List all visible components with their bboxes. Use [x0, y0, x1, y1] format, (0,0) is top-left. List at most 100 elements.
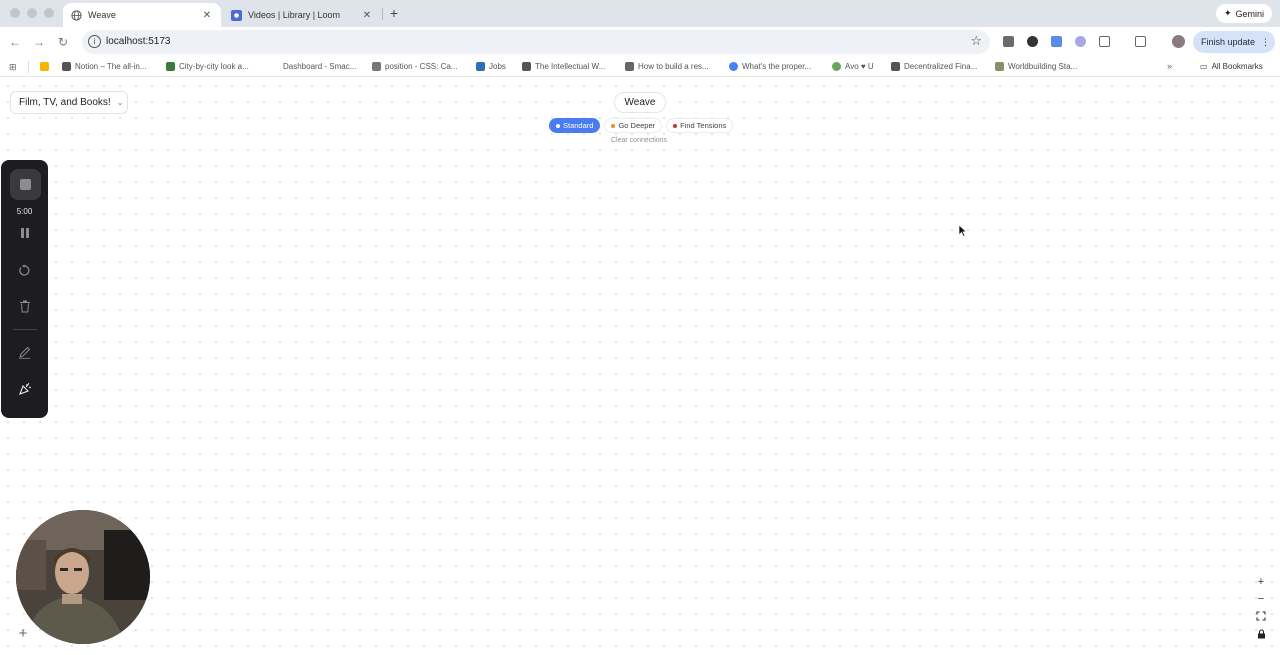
puzzle-icon[interactable]	[1099, 36, 1110, 47]
gemini-label: Gemini	[1235, 8, 1264, 19]
add-node-button[interactable]: +	[12, 623, 34, 645]
tab-weave[interactable]: Weave ✕	[63, 3, 221, 27]
extension-icon[interactable]	[1075, 36, 1086, 47]
browser-toolbar: ← → ↻ i localhost:5173 ☆ Finish update ⋮	[0, 27, 1280, 57]
bookmark-label: position - CSS: Ca...	[385, 62, 458, 71]
loom-divider	[13, 329, 37, 330]
loom-recording-panel: 5:00	[1, 160, 48, 418]
mode-standard-button[interactable]: Standard	[549, 118, 601, 133]
extension-icon[interactable]	[1051, 36, 1062, 47]
bookmarks-bar: ⊞ Notion – The all-in... City-by-city lo…	[0, 57, 1280, 77]
linkedin-icon	[476, 62, 485, 71]
fit-view-button[interactable]	[1252, 611, 1270, 624]
bookmark-item[interactable]: How to build a res...	[625, 62, 709, 71]
extension-icon[interactable]	[1003, 36, 1014, 47]
mode-selector: Standard Go Deeper Find Tensions	[549, 118, 734, 133]
project-select[interactable]: Film, TV, and Books! ⌄	[10, 91, 128, 114]
mode-label: Go Deeper	[618, 121, 656, 130]
minimize-window-button[interactable]	[27, 8, 37, 18]
gemini-button[interactable]: ✦ Gemini	[1215, 4, 1272, 23]
bookmark-label: What's the proper...	[742, 62, 812, 71]
trash-icon[interactable]	[1, 300, 48, 316]
tab-divider	[382, 8, 383, 20]
mode-dot	[673, 123, 678, 128]
bookmark-label: Dashboard - Smac...	[283, 62, 357, 71]
zoom-out-button[interactable]: −	[1252, 593, 1270, 605]
bookmark-drive[interactable]	[40, 62, 49, 71]
stop-recording-button[interactable]	[10, 169, 41, 200]
maximize-window-button[interactable]	[44, 8, 54, 18]
bookmark-item[interactable]: position - CSS: Ca...	[372, 62, 457, 71]
bookmark-item[interactable]: City-by-city look a...	[166, 62, 249, 71]
close-tab-icon[interactable]: ✕	[361, 10, 373, 21]
browser-tab-strip: Weave ✕ Videos | Library | Loom ✕ + ✦ Ge…	[0, 0, 1280, 27]
back-arrow-icon[interactable]: ←	[8, 35, 22, 49]
bookmark-star-icon[interactable]: ☆	[970, 33, 982, 49]
clear-connections-link[interactable]: Clear connections	[611, 137, 667, 144]
tab-title: Videos | Library | Loom	[248, 10, 341, 20]
bookmark-label: How to build a res...	[638, 62, 709, 71]
site-icon	[166, 62, 175, 71]
recording-timer: 5:00	[16, 207, 33, 216]
bookmark-item[interactable]: Worldbuilding Sta...	[995, 62, 1077, 71]
bookmark-item[interactable]: The Intellectual W...	[522, 62, 605, 71]
lock-icon[interactable]	[1252, 629, 1270, 642]
close-tab-icon[interactable]: ✕	[201, 10, 213, 21]
webcam-bubble[interactable]	[16, 510, 150, 644]
pencil-icon[interactable]	[1, 346, 48, 362]
zoom-in-button[interactable]: +	[1252, 576, 1270, 588]
restart-icon[interactable]	[1, 264, 48, 280]
bookmark-item[interactable]: Decentralized Fina...	[891, 62, 977, 71]
pause-icon[interactable]	[1, 227, 48, 242]
address-bar[interactable]: i localhost:5173 ☆	[82, 30, 990, 54]
site-icon	[625, 62, 634, 71]
mdn-icon	[372, 62, 381, 71]
site-icon	[270, 62, 279, 71]
new-tab-button[interactable]: +	[387, 5, 401, 21]
url-text: localhost:5173	[106, 36, 171, 47]
finish-update-label: Finish update	[1201, 37, 1256, 47]
mode-go-deeper-button[interactable]: Go Deeper	[604, 118, 663, 133]
tab-title: Weave	[88, 10, 116, 20]
all-bookmarks-label: All Bookmarks	[1211, 62, 1263, 71]
bookmark-item[interactable]: Jobs	[476, 62, 506, 71]
close-window-button[interactable]	[10, 8, 20, 18]
site-icon	[891, 62, 900, 71]
globe-icon	[71, 9, 82, 21]
apps-grid-icon[interactable]: ⊞	[9, 62, 17, 73]
forward-arrow-icon[interactable]: →	[32, 35, 46, 49]
app-title: Weave	[614, 92, 666, 113]
confetti-icon[interactable]	[1, 382, 48, 399]
project-select-value: Film, TV, and Books!	[19, 97, 111, 108]
bookmark-label: Notion – The all-in...	[75, 62, 147, 71]
loom-icon	[231, 9, 242, 21]
mode-dot	[556, 123, 560, 128]
profile-avatar[interactable]	[1172, 35, 1185, 48]
extension-icon[interactable]	[1027, 36, 1038, 47]
bookmark-item[interactable]: What's the proper...	[729, 62, 811, 71]
tab-loom-library[interactable]: Videos | Library | Loom ✕	[223, 3, 381, 27]
google-icon	[729, 62, 738, 71]
stop-icon	[20, 179, 31, 190]
bookmark-item[interactable]: Notion – The all-in...	[62, 62, 146, 71]
folder-icon: ▭	[1200, 62, 1208, 71]
window-controls	[10, 8, 54, 18]
bookmark-item[interactable]: Dashboard - Smac...	[270, 62, 356, 71]
more-bookmarks-icon[interactable]: »	[1167, 61, 1172, 71]
bookmark-item[interactable]: Avo ♥ U	[832, 62, 874, 71]
finish-update-button[interactable]: Finish update ⋮	[1193, 31, 1275, 53]
site-info-icon[interactable]: i	[88, 35, 101, 48]
site-icon	[522, 62, 531, 71]
notion-icon	[62, 62, 71, 71]
all-bookmarks-button[interactable]: ▭ All Bookmarks	[1200, 62, 1263, 71]
bookmark-label: Decentralized Fina...	[904, 62, 978, 71]
bookmark-label: Avo ♥ U	[845, 62, 874, 71]
bookmark-label: City-by-city look a...	[179, 62, 249, 71]
weave-canvas[interactable]: Film, TV, and Books! ⌄ Weave Standard Go…	[0, 78, 1280, 655]
reload-icon[interactable]: ↻	[56, 35, 70, 49]
site-icon	[995, 62, 1004, 71]
bookmark-label: Worldbuilding Sta...	[1008, 62, 1078, 71]
side-panel-icon[interactable]	[1135, 36, 1146, 47]
mode-find-tensions-button[interactable]: Find Tensions	[666, 118, 734, 133]
sparkle-icon: ✦	[1223, 8, 1232, 18]
